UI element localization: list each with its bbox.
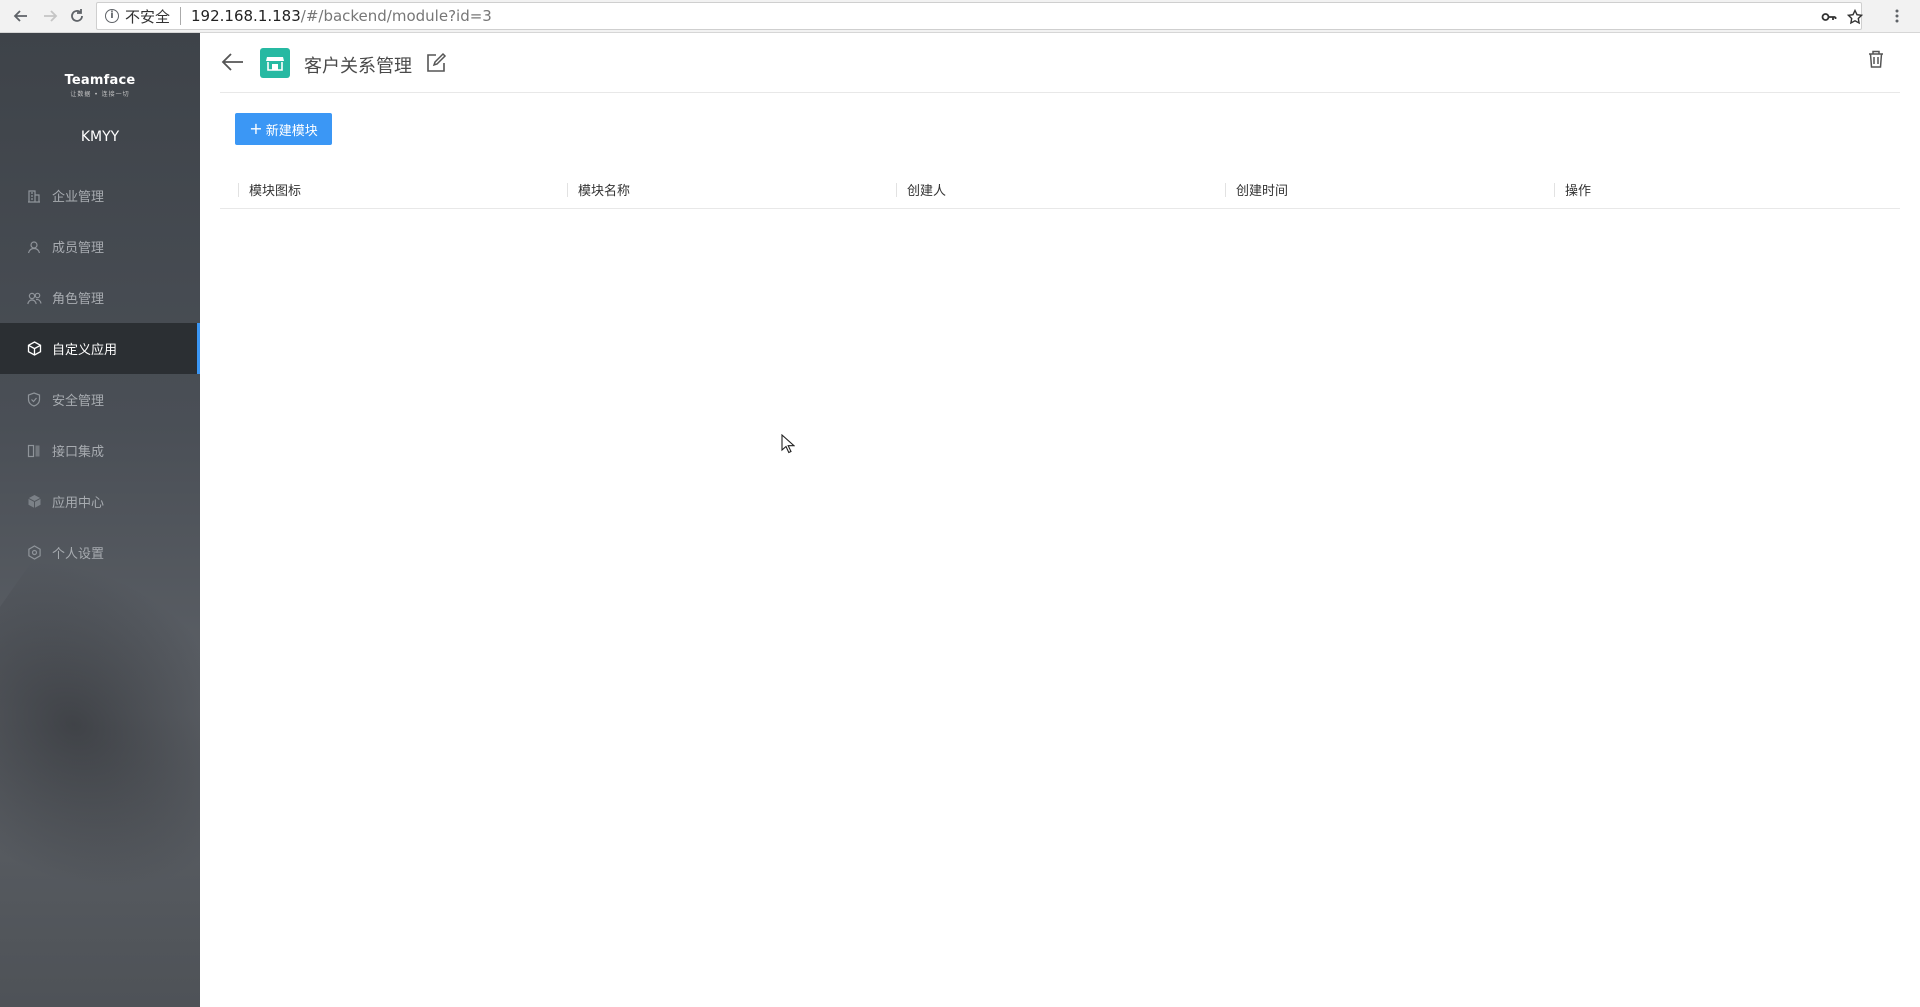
browser-menu-button[interactable]	[1886, 5, 1908, 27]
sidebar-item-members[interactable]: 成员管理	[0, 221, 200, 272]
sidebar-item-enterprise[interactable]: 企业管理	[0, 170, 200, 221]
key-icon[interactable]	[1821, 9, 1837, 29]
sidebar-item-label: 安全管理	[52, 394, 105, 409]
column-module-name: 模块名称	[549, 171, 878, 209]
browser-reload-button[interactable]	[66, 5, 88, 27]
shield-icon	[26, 392, 42, 408]
sidebar-background-decoration	[0, 528, 200, 958]
browser-forward-button[interactable]	[39, 5, 61, 27]
company-name: KMYY	[80, 129, 120, 145]
page-header: 客户关系管理	[220, 33, 1900, 93]
column-creator: 创建人	[878, 171, 1207, 209]
address-separator	[180, 7, 182, 25]
app-center-icon	[26, 494, 42, 510]
sidebar-item-custom-apps[interactable]: 自定义应用	[0, 323, 200, 374]
sidebar-item-app-center[interactable]: 应用中心	[0, 476, 200, 527]
sidebar-item-label: 应用中心	[52, 496, 105, 511]
logo-title: Teamface	[64, 73, 136, 88]
sidebar-item-label: 接口集成	[52, 445, 105, 460]
more-vertical-icon	[1895, 9, 1899, 23]
brand-logo[interactable]: Teamface 让数据 • 连接一切	[0, 73, 200, 98]
sidebar-item-security[interactable]: 安全管理	[0, 374, 200, 425]
bookmark-star-icon[interactable]	[1846, 8, 1864, 29]
mouse-cursor-icon	[781, 433, 796, 458]
trash-icon	[1869, 50, 1883, 68]
store-icon	[266, 57, 284, 71]
address-bar[interactable]: i 不安全 192.168.1.183/#/backend/module?id=…	[96, 2, 1864, 30]
browser-back-button[interactable]	[10, 5, 32, 27]
delete-app-button[interactable]	[1866, 49, 1888, 71]
settings-icon	[26, 545, 42, 561]
role-icon	[26, 290, 42, 306]
plus-icon: +	[249, 119, 263, 138]
member-icon	[26, 239, 42, 255]
info-icon[interactable]: i	[105, 9, 119, 23]
url-host: 192.168.1.183	[191, 7, 301, 25]
module-table-header: 模块图标 模块名称 创建人 创建时间 操作	[220, 171, 1900, 209]
page-title: 客户关系管理	[304, 56, 412, 77]
column-actions: 操作	[1536, 171, 1865, 209]
new-module-button[interactable]: + 新建模块	[235, 113, 332, 145]
logo-subtitle: 让数据 • 连接一切	[70, 91, 130, 98]
sidebar-item-label: 角色管理	[52, 292, 105, 307]
app-icon	[260, 48, 290, 78]
new-module-label: 新建模块	[265, 123, 318, 139]
insecure-label: 不安全	[125, 7, 171, 26]
browser-toolbar: i 不安全 192.168.1.183/#/backend/module?id=…	[0, 0, 1920, 33]
sidebar-item-label: 企业管理	[52, 190, 105, 205]
sidebar-item-personal-settings[interactable]: 个人设置	[0, 527, 200, 578]
sidebar: Teamface 让数据 • 连接一切 KMYY 企业管理 成员管理 角色管理	[0, 33, 200, 1007]
sidebar-item-label: 自定义应用	[52, 343, 118, 358]
edit-icon	[427, 52, 447, 72]
main-content: 客户关系管理 + 新建模块 模块图标 模块名称 创建人 创建时间 操作	[200, 33, 1920, 1007]
arrow-left-icon	[13, 10, 27, 22]
sidebar-menu: 企业管理 成员管理 角色管理 自定义应用 安全管理 接口集成 应用中心 个人设置	[0, 170, 200, 578]
reload-icon	[71, 9, 83, 22]
interface-icon	[26, 443, 42, 459]
sidebar-item-interface[interactable]: 接口集成	[0, 425, 200, 476]
edit-title-button[interactable]	[425, 52, 447, 74]
column-module-icon: 模块图标	[220, 171, 549, 209]
arrow-right-icon	[44, 10, 58, 22]
sidebar-item-roles[interactable]: 角色管理	[0, 272, 200, 323]
arrow-left-icon	[221, 53, 243, 71]
sidebar-item-label: 成员管理	[52, 241, 105, 256]
back-button[interactable]	[220, 49, 246, 75]
sidebar-item-label: 个人设置	[52, 547, 105, 562]
column-created-time: 创建时间	[1207, 171, 1536, 209]
url-path: /#/backend/module?id=3	[300, 7, 492, 25]
cube-icon	[26, 341, 42, 357]
building-icon	[26, 188, 42, 204]
